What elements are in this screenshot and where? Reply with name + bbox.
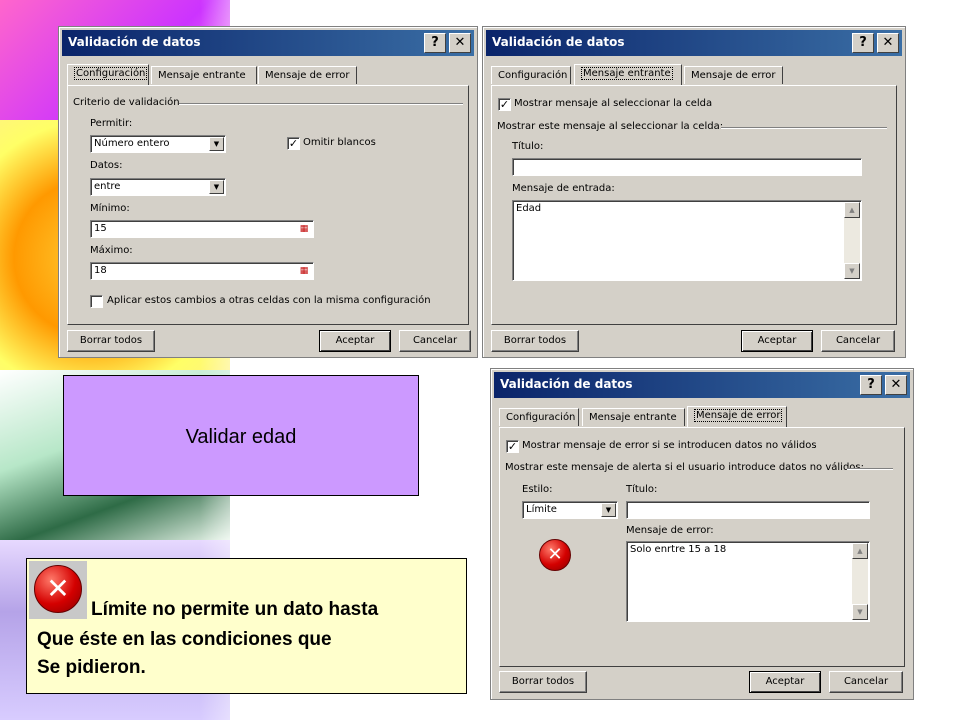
chevron-down-icon[interactable]: ▼ — [209, 137, 224, 151]
dialog-titlebar: Validación de datos ? ✕ — [486, 30, 902, 56]
show-error-message-checkbox[interactable]: ✓ — [506, 440, 519, 453]
help-button[interactable]: ? — [852, 33, 874, 53]
close-button[interactable]: ✕ — [885, 375, 907, 395]
help-button[interactable]: ? — [424, 33, 446, 53]
note-line-1: Límite no permite un dato hasta — [91, 599, 379, 620]
dialog-title: Validación de datos — [500, 377, 633, 391]
omitir-blancos-label: Omitir blancos — [303, 137, 376, 148]
range-selector-icon[interactable]: ▦ — [296, 222, 312, 236]
tab-mensaje-entrante[interactable]: Mensaje entrante — [582, 408, 685, 426]
validation-dialog-error-message: Validación de datos ? ✕ Configuración Me… — [490, 368, 914, 700]
tab-mensaje-error[interactable]: Mensaje de error — [258, 66, 357, 84]
tab-configuracion[interactable]: Configuración — [491, 66, 571, 84]
show-input-message-label: Mostrar mensaje al seleccionar la celda — [514, 98, 713, 109]
permitir-label: Permitir: — [90, 118, 133, 129]
minimo-label: Mínimo: — [90, 203, 130, 214]
minimo-input[interactable]: 15 ▦ — [90, 220, 314, 238]
dialog-titlebar: Validación de datos ? ✕ — [62, 30, 474, 56]
ok-button[interactable]: Aceptar — [319, 330, 391, 352]
note-validar-edad-text: Validar edad — [185, 426, 297, 448]
validation-dialog-input-message: Validación de datos ? ✕ Configuración Me… — [482, 26, 906, 358]
note-line-2: Que éste en las condiciones que — [37, 629, 332, 650]
note-validar-edad: Validar edad — [63, 375, 419, 496]
show-error-message-label: Mostrar mensaje de error si se introduce… — [522, 440, 817, 451]
titulo-input[interactable] — [512, 158, 862, 176]
titulo-input[interactable] — [626, 501, 870, 519]
note-limite-explanation: ✕ Límite no permite un dato hasta Que és… — [26, 558, 467, 694]
titulo-label: Título: — [512, 141, 544, 152]
datos-select[interactable]: entre ▼ — [90, 178, 226, 196]
titulo-label: Título: — [626, 484, 658, 495]
ok-button[interactable]: Aceptar — [741, 330, 813, 352]
mensaje-entrada-textarea[interactable]: Edad ▲ ▼ — [512, 200, 862, 281]
dialog-title: Validación de datos — [492, 35, 625, 49]
mensaje-error-label: Mensaje de error: — [626, 525, 714, 536]
error-icon-box: ✕ — [29, 561, 87, 619]
scroll-up-icon[interactable]: ▲ — [844, 202, 860, 218]
tab-configuracion[interactable]: Configuración — [499, 408, 579, 426]
chevron-down-icon[interactable]: ▼ — [209, 180, 224, 194]
scroll-down-icon[interactable]: ▼ — [852, 604, 868, 620]
permitir-select[interactable]: Número entero ▼ — [90, 135, 226, 153]
note-line-3: Se pidieron. — [37, 657, 146, 678]
validation-dialog-settings: Validación de datos ? ✕ Configuración Me… — [58, 26, 478, 358]
chevron-down-icon[interactable]: ▼ — [601, 503, 616, 517]
estilo-select[interactable]: Límite ▼ — [522, 501, 618, 519]
aplicar-checkbox[interactable] — [90, 295, 103, 308]
error-icon: ✕ — [34, 565, 82, 613]
tab-mensaje-error[interactable]: Mensaje de error — [687, 406, 787, 427]
clear-all-button[interactable]: Borrar todos — [499, 671, 587, 693]
scroll-down-icon[interactable]: ▼ — [844, 263, 860, 279]
omitir-blancos-checkbox[interactable]: ✓ — [287, 137, 300, 150]
clear-all-button[interactable]: Borrar todos — [491, 330, 579, 352]
help-button[interactable]: ? — [860, 375, 882, 395]
aplicar-label: Aplicar estos cambios a otras celdas con… — [107, 295, 431, 306]
dialog-titlebar: Validación de datos ? ✕ — [494, 372, 910, 398]
group-label: Mostrar este mensaje al seleccionar la c… — [497, 121, 724, 132]
ok-button[interactable]: Aceptar — [749, 671, 821, 693]
clear-all-button[interactable]: Borrar todos — [67, 330, 155, 352]
datos-label: Datos: — [90, 160, 123, 171]
show-input-message-checkbox[interactable]: ✓ — [498, 98, 511, 111]
mensaje-error-textarea[interactable]: Solo enrtre 15 a 18 ▲ ▼ — [626, 541, 870, 622]
scroll-up-icon[interactable]: ▲ — [852, 543, 868, 559]
group-label: Criterio de validación — [73, 97, 180, 108]
vertical-scrollbar[interactable]: ▲ ▼ — [852, 543, 868, 620]
close-button[interactable]: ✕ — [449, 33, 471, 53]
tab-configuracion[interactable]: Configuración — [67, 64, 149, 85]
range-selector-icon[interactable]: ▦ — [296, 264, 312, 278]
group-label: Mostrar este mensaje de alerta si el usu… — [505, 462, 864, 473]
mensaje-entrada-label: Mensaje de entrada: — [512, 183, 615, 194]
dialog-title: Validación de datos — [68, 35, 201, 49]
error-icon: ✕ — [539, 539, 571, 571]
maximo-label: Máximo: — [90, 245, 133, 256]
tab-mensaje-entrante[interactable]: Mensaje entrante — [151, 66, 257, 84]
estilo-label: Estilo: — [522, 484, 553, 495]
tab-mensaje-error[interactable]: Mensaje de error — [684, 66, 783, 84]
tab-mensaje-entrante[interactable]: Mensaje entrante — [574, 64, 682, 85]
vertical-scrollbar[interactable]: ▲ ▼ — [844, 202, 860, 279]
cancel-button[interactable]: Cancelar — [821, 330, 895, 352]
maximo-input[interactable]: 18 ▦ — [90, 262, 314, 280]
cancel-button[interactable]: Cancelar — [399, 330, 471, 352]
cancel-button[interactable]: Cancelar — [829, 671, 903, 693]
close-button[interactable]: ✕ — [877, 33, 899, 53]
